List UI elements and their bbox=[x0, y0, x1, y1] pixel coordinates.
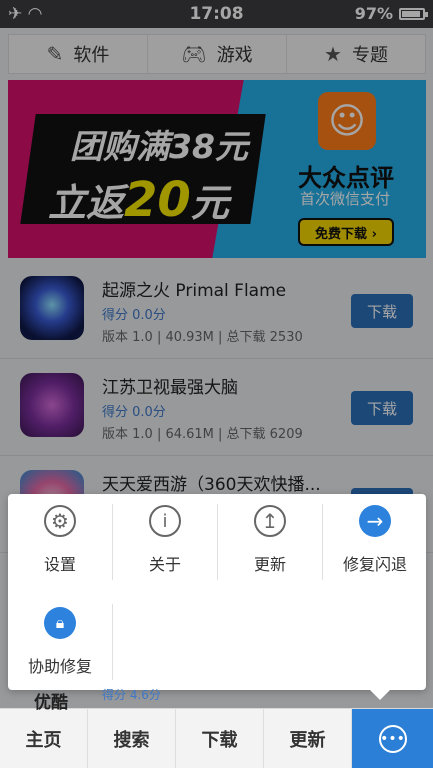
menu-item-fix-crash[interactable]: → 修复闪退 bbox=[323, 494, 427, 586]
nav-updates[interactable]: 更新 bbox=[264, 709, 352, 768]
lock-icon: 🔒︎ bbox=[44, 607, 76, 639]
more-menu-popup: ⚙ 设置 i 关于 ↥ 更新 → 修复闪退 🔒︎ 协助修复 bbox=[8, 494, 427, 700]
info-icon: i bbox=[149, 505, 181, 537]
bottom-nav: 主页 搜索 下载 更新 ••• bbox=[0, 708, 433, 768]
nav-home[interactable]: 主页 bbox=[0, 709, 88, 768]
menu-item-settings[interactable]: ⚙ 设置 bbox=[8, 494, 112, 586]
partial-app-title: 优酷 bbox=[34, 693, 68, 713]
more-icon: ••• bbox=[378, 724, 407, 753]
menu-item-assist-fix[interactable]: 🔒︎ 协助修复 bbox=[8, 596, 112, 688]
gear-icon: ⚙ bbox=[44, 505, 76, 537]
nav-more-button[interactable]: ••• bbox=[352, 709, 433, 768]
menu-item-about[interactable]: i 关于 bbox=[113, 494, 217, 586]
partial-app-score: 得分 4.6分 bbox=[102, 688, 161, 702]
nav-downloads[interactable]: 下载 bbox=[176, 709, 264, 768]
upload-icon: ↥ bbox=[254, 505, 286, 537]
nav-search[interactable]: 搜索 bbox=[88, 709, 176, 768]
menu-item-update[interactable]: ↥ 更新 bbox=[218, 494, 322, 586]
arrow-right-icon: → bbox=[359, 505, 391, 537]
